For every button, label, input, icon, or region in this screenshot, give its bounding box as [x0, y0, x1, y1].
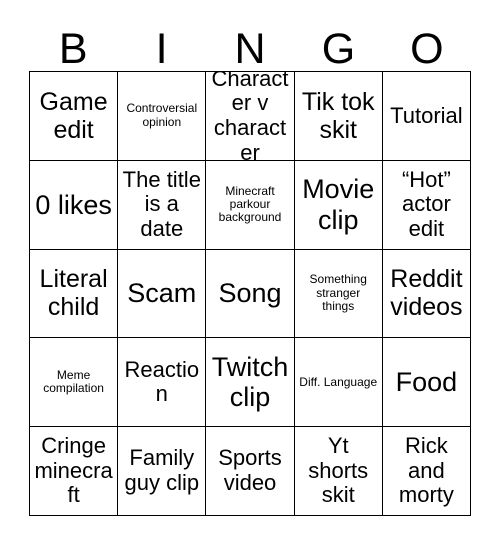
bingo-cell-label: Minecraft parkour background [218, 183, 282, 225]
bingo-cell[interactable]: Scam [118, 249, 207, 339]
bingo-cell[interactable]: Reaction [118, 338, 207, 428]
bingo-cell[interactable]: Twitch clip [206, 338, 295, 428]
bingo-cell-label: Diff. Language [299, 374, 378, 389]
bingo-cell[interactable]: Character v character [206, 72, 295, 161]
bingo-header-letter-o: O [410, 25, 444, 73]
bingo-cell-label: Character v character [211, 72, 289, 161]
bingo-cell[interactable]: Diff. Language [294, 338, 383, 428]
bingo-cell-label: The title is a date [122, 166, 201, 241]
bingo-cell-label: Scam [127, 278, 197, 309]
bingo-cell-label: Reaction [124, 356, 200, 407]
bingo-card: B I N G O Game edit Controversial opinio… [29, 14, 472, 516]
bingo-row: 0 likes The title is a date Minecraft pa… [30, 160, 472, 250]
bingo-row: Meme compilation Reaction Twitch clip Di… [30, 338, 472, 428]
bingo-cell[interactable]: Reddit videos [382, 249, 472, 339]
bingo-cell-label: Twitch clip [211, 352, 289, 413]
bingo-cell[interactable]: 0 likes [30, 160, 119, 250]
bingo-cell-label: Reddit videos [390, 265, 463, 322]
bingo-row: Literal child Scam Song Something strang… [30, 249, 472, 339]
bingo-cell-label: Meme compilation [43, 367, 104, 396]
bingo-header-row: B I N G O [29, 14, 471, 71]
bingo-cell-label: Sports video [218, 445, 282, 496]
bingo-cell-label: “Hot” actor edit [401, 166, 451, 241]
bingo-cell-label: Controversial opinion [126, 101, 198, 129]
bingo-header-letter-i: I [155, 25, 168, 73]
bingo-cell-label: Yt shorts skit [308, 433, 369, 508]
bingo-cell-label: Rick and morty [398, 433, 454, 508]
bingo-cell[interactable]: Something stranger things [294, 249, 383, 339]
bingo-cell[interactable]: Song [206, 249, 295, 339]
bingo-cell-label: Something stranger things [309, 272, 367, 314]
bingo-cell[interactable]: Meme compilation [30, 338, 119, 428]
bingo-cell[interactable]: Food [382, 338, 472, 428]
bingo-cell-label: Tutorial [390, 102, 463, 128]
bingo-cell[interactable]: Rick and morty [382, 427, 472, 516]
bingo-cell[interactable]: Cringe minecraft [30, 427, 119, 516]
bingo-cell[interactable]: Minecraft parkour background [206, 160, 295, 250]
bingo-cell[interactable]: Sports video [206, 427, 295, 516]
bingo-cell-label: Game edit [39, 87, 108, 144]
bingo-cell[interactable]: “Hot” actor edit [382, 160, 472, 250]
bingo-grid: Game edit Controversial opinion Characte… [29, 71, 472, 516]
bingo-header-letter-g: G [321, 25, 356, 73]
bingo-header-letter-n: N [234, 25, 266, 73]
bingo-cell[interactable]: Tutorial [382, 72, 472, 161]
bingo-cell[interactable]: Game edit [30, 72, 119, 161]
bingo-cell-label: Tik tok skit [301, 87, 375, 144]
bingo-cell-label: Food [395, 367, 458, 398]
bingo-cell-label: Song [218, 278, 282, 309]
bingo-cell-label: Literal child [39, 265, 108, 322]
bingo-cell[interactable]: Literal child [30, 249, 119, 339]
bingo-cell-label: Cringe minecraft [34, 433, 113, 508]
bingo-cell[interactable]: Controversial opinion [118, 72, 207, 161]
bingo-cell[interactable]: Family guy clip [118, 427, 207, 516]
bingo-row: Game edit Controversial opinion Characte… [30, 72, 472, 161]
bingo-row: Cringe minecraft Family guy clip Sports … [30, 427, 472, 516]
bingo-cell-label: Family guy clip [124, 445, 200, 496]
bingo-cell[interactable]: Yt shorts skit [294, 427, 383, 516]
bingo-cell[interactable]: Tik tok skit [294, 72, 383, 161]
bingo-cell[interactable]: The title is a date [118, 160, 207, 250]
bingo-cell-label: 0 likes [35, 189, 112, 220]
bingo-cell[interactable]: Movie clip [294, 160, 383, 250]
bingo-header-letter-b: B [58, 25, 88, 73]
bingo-cell-label: Movie clip [302, 174, 375, 235]
